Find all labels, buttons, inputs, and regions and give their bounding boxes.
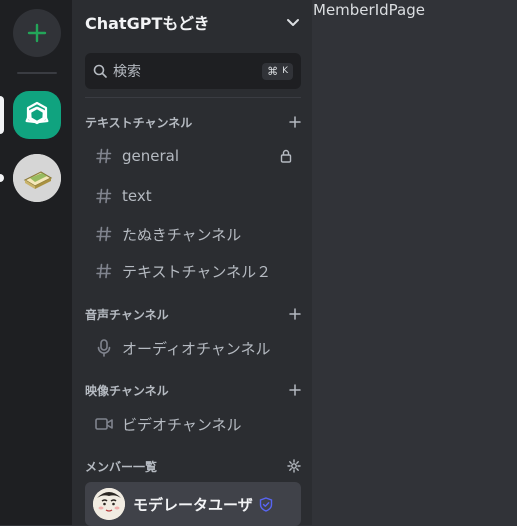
- channel-label: オーディオチャンネル: [122, 339, 271, 358]
- category-label: テキストチャンネル: [85, 115, 193, 130]
- shortcut-hint: ⌘ K: [262, 62, 293, 80]
- server-chatgpt[interactable]: [13, 91, 61, 139]
- unread-indicator: [0, 174, 4, 182]
- channel-label: ビデオチャンネル: [122, 415, 242, 434]
- active-server-indicator: [0, 96, 4, 134]
- member-name: モデレータユーザ: [133, 495, 253, 514]
- page-title: MemberIdPage: [313, 1, 425, 19]
- channel-label: general: [122, 147, 180, 165]
- video-icon: [95, 415, 113, 433]
- search-bar[interactable]: 検索 ⌘ K: [85, 53, 301, 89]
- channel-tanuki[interactable]: たぬきチャンネル: [89, 217, 301, 251]
- add-server-button[interactable]: [13, 9, 61, 57]
- add-channel-icon[interactable]: [289, 308, 301, 320]
- add-channel-icon[interactable]: [289, 116, 301, 128]
- divider: [85, 97, 301, 98]
- channel-sidebar: ChatGPTもどき 検索 ⌘ K テキストチャンネル general text…: [72, 0, 312, 526]
- server-bread[interactable]: [13, 154, 61, 202]
- category-label: 映像チャンネル: [85, 383, 169, 398]
- lock-icon: [279, 149, 293, 163]
- command-key: ⌘: [267, 64, 279, 78]
- server-header[interactable]: ChatGPTもどき: [72, 0, 312, 44]
- hash-icon: [95, 147, 113, 165]
- channel-text[interactable]: text: [89, 179, 301, 213]
- server-name: ChatGPTもどき: [85, 14, 210, 33]
- member-item[interactable]: モデレータユーザ: [85, 482, 301, 526]
- hash-icon: [95, 225, 113, 243]
- channel-video[interactable]: ビデオチャンネル: [89, 407, 301, 441]
- channel-text-2[interactable]: テキストチャンネル２: [89, 254, 301, 288]
- category-text-channels: テキストチャンネル: [85, 113, 301, 131]
- server-rail: [0, 0, 72, 525]
- members-label: メンバー一覧: [85, 459, 158, 474]
- search-placeholder: 検索: [113, 64, 141, 80]
- gear-icon[interactable]: [287, 459, 301, 473]
- channel-general[interactable]: general: [89, 139, 301, 173]
- category-video-channels: 映像チャンネル: [85, 381, 301, 399]
- bread-avatar-icon: [13, 154, 61, 202]
- search-icon: [93, 64, 107, 78]
- members-header: メンバー一覧: [85, 457, 301, 475]
- channel-label: テキストチャンネル２: [122, 262, 272, 281]
- shield-check-icon: [259, 496, 273, 512]
- rail-separator: [17, 72, 57, 74]
- avatar: [93, 488, 125, 520]
- hash-icon: [95, 187, 113, 205]
- shortcut-key: K: [282, 66, 288, 76]
- channel-label: text: [122, 187, 152, 205]
- mic-icon: [95, 339, 113, 357]
- chatgpt-logo-icon: [25, 101, 49, 125]
- plus-icon: [27, 23, 47, 43]
- channel-label: たぬきチャンネル: [122, 225, 242, 244]
- channel-audio[interactable]: オーディオチャンネル: [89, 331, 301, 365]
- hash-icon: [95, 262, 113, 280]
- chevron-down-icon: [287, 19, 299, 26]
- add-channel-icon[interactable]: [289, 384, 301, 396]
- category-label: 音声チャンネル: [85, 307, 169, 322]
- category-voice-channels: 音声チャンネル: [85, 305, 301, 323]
